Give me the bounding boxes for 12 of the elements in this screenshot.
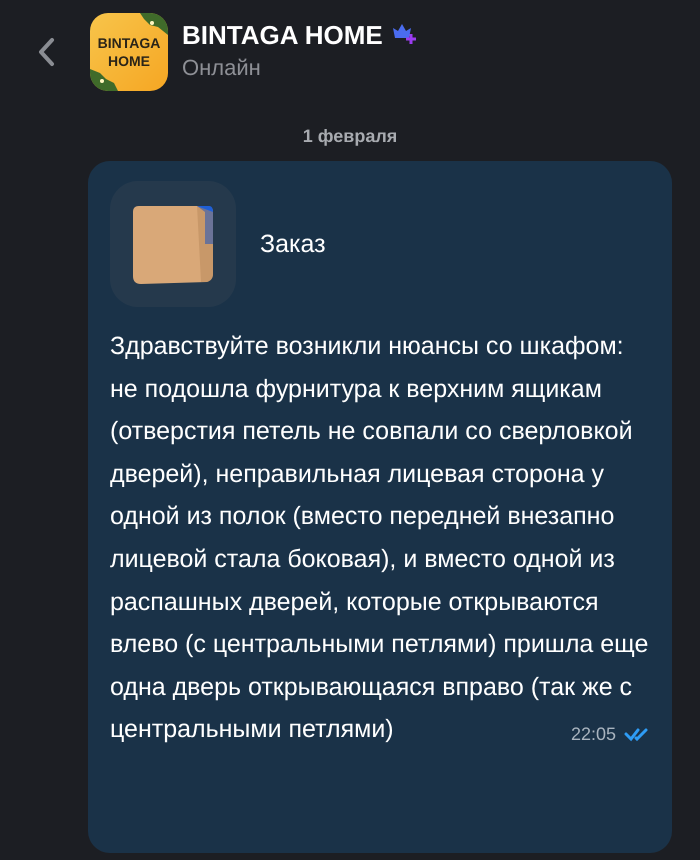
order-title: Заказ bbox=[260, 230, 326, 258]
date-separator: 1 февраля bbox=[302, 126, 398, 147]
message-text: Здравствуйте возникли нюансы со шкафом: не подошла фурнитура к верхним ящикам (отверстия петель не совпали со сверловкой дверей), неправильная лицевая сторона у одной из полок (вместо передней внезапно лицевой стала боковая), и вместо одной из распашных дверей, которые открываются влево (с центральными петлями) пришла еще одна дверь открывающаяся вправо (так же с центральными петлями) 22:05 bbox=[110, 331, 650, 748]
chat-title: BINTAGA HOME bbox=[182, 20, 383, 50]
message-time: 22:05 bbox=[570, 723, 616, 746]
pine-branch-icon bbox=[140, 13, 168, 35]
box-icon bbox=[110, 181, 236, 307]
pine-branch-icon bbox=[90, 69, 118, 91]
avatar-label: BINTAGA bbox=[98, 34, 160, 52]
back-icon[interactable] bbox=[36, 37, 56, 67]
online-status: Онлайн bbox=[182, 54, 262, 80]
avatar-label: HOME bbox=[108, 52, 150, 70]
